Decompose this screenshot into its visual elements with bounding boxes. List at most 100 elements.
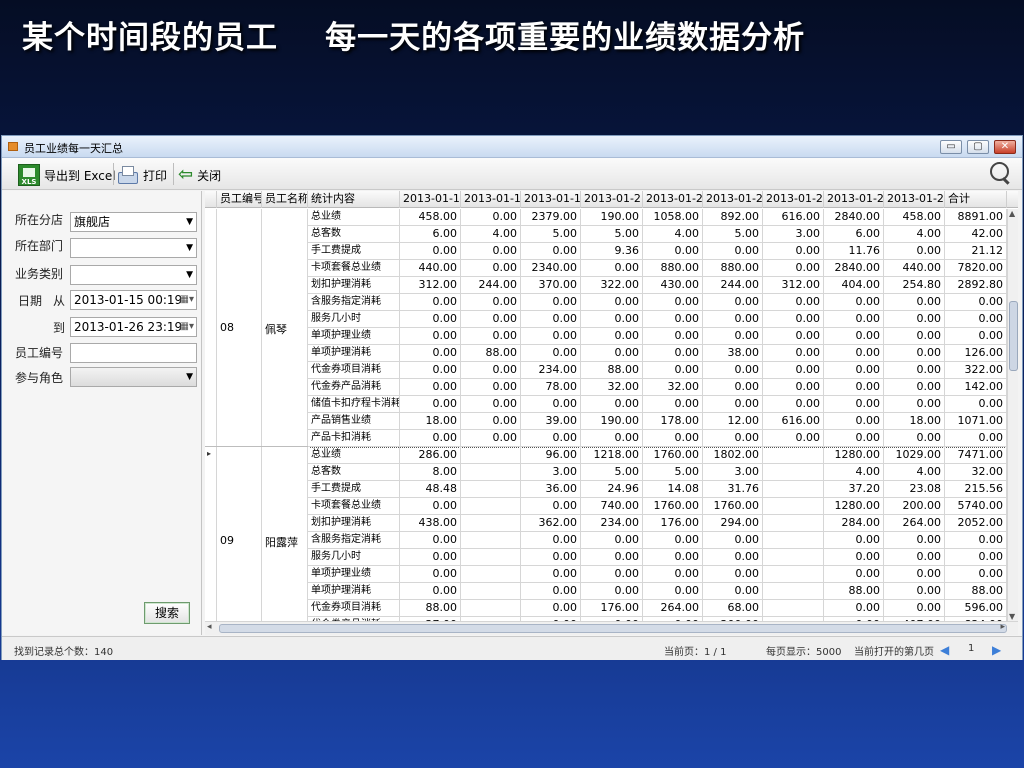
column-header[interactable]: 员工编号 (217, 191, 262, 208)
employee-group[interactable]: ▸ 09 阳露萍 (205, 447, 310, 621)
column-header[interactable]: 2013-01-18 (521, 191, 581, 208)
next-page-icon[interactable]: ▶ (992, 643, 1001, 657)
table-row[interactable]: 服务几小时 0.00 0.00 0.00 0.00 0.00 0.00 0.00 0.00 (308, 549, 1007, 566)
table-cell: 0.00 (581, 532, 643, 549)
table-row[interactable]: 代金券项目消耗 0.00 0.00 234.00 88.00 0.00 0.00 0.00 0.… (308, 362, 1007, 379)
table-row[interactable]: 卡项套餐总业绩 440.00 0.00 2340.00 0.00 880.00 880.00… (308, 260, 1007, 277)
table-cell: 0.00 (521, 345, 581, 362)
table-row[interactable]: 划扣护理消耗 312.00 244.00 370.00 322.00 430.00 244.… (308, 277, 1007, 294)
table-row[interactable]: 总业绩 286.00 96.00 1218.00 1760.00 1802.00 1280.… (308, 447, 1007, 464)
table-cell: 0.00 (763, 243, 824, 260)
role-select[interactable]: ▼ (70, 367, 197, 387)
table-row[interactable]: 产品销售业绩 18.00 0.00 39.00 190.00 178.00 12.00 616… (308, 413, 1007, 430)
column-header[interactable]: 2013-01-21 (581, 191, 643, 208)
table-cell: 0.00 (824, 600, 884, 617)
table-row[interactable]: 含服务指定消耗 0.00 0.00 0.00 0.00 0.00 0.00 0.00 0.00 (308, 532, 1007, 549)
table-cell: 5.00 (581, 464, 643, 481)
prev-page-icon[interactable]: ◀ (940, 643, 949, 657)
metric-label: 总客数 (308, 226, 400, 243)
close-button[interactable]: ⇦ 关闭 (178, 163, 221, 187)
branch-value: 旗舰店 (74, 215, 111, 229)
page-number[interactable]: 1 (968, 643, 974, 654)
table-cell: 0.00 (945, 532, 1007, 549)
scroll-thumb[interactable] (219, 624, 1007, 633)
table-cell: 0.00 (945, 396, 1007, 413)
row-indicator-header (205, 191, 217, 208)
table-row[interactable]: 代金券产品消耗 0.00 0.00 78.00 32.00 32.00 0.00 0.00 0.… (308, 379, 1007, 396)
column-header[interactable]: 2013-01-23 (703, 191, 763, 208)
table-cell: 5.00 (643, 464, 703, 481)
export-excel-button[interactable]: XLS 导出到 Excel (18, 163, 116, 187)
branch-select[interactable]: 旗舰店 ▼ (70, 212, 197, 232)
scroll-left-icon[interactable]: ◂ (207, 622, 212, 632)
table-cell: 200.00 (884, 498, 945, 515)
table-cell: 178.00 (643, 413, 703, 430)
column-header[interactable]: 2013-01-25 (824, 191, 884, 208)
vertical-scrollbar[interactable]: ▲ ▼ (1007, 209, 1018, 621)
table-cell: 0.00 (400, 566, 461, 583)
table-row[interactable]: 卡项套餐总业绩 0.00 0.00 740.00 1760.00 1760.00 1280.… (308, 498, 1007, 515)
column-header[interactable]: 统计内容 (308, 191, 400, 208)
table-cell: 0.00 (703, 243, 763, 260)
date-from-picker[interactable]: 2013-01-15 00:19 ▦▾ (70, 290, 197, 310)
column-header[interactable]: 2013-01-24 (763, 191, 824, 208)
column-header[interactable]: 员工名称 (262, 191, 308, 208)
date-from-value: 2013-01-15 00:19 (74, 293, 183, 307)
horizontal-scrollbar[interactable]: ◂ ▸ (205, 621, 1018, 635)
table-row[interactable]: 产品卡扣消耗 0.00 0.00 0.00 0.00 0.00 0.00 0.00 0.00 0.… (308, 430, 1007, 447)
business-type-select[interactable]: ▼ (70, 265, 197, 285)
date-to-picker[interactable]: 2013-01-26 23:19 ▦▾ (70, 317, 197, 337)
department-select[interactable]: ▼ (70, 238, 197, 258)
scroll-thumb[interactable] (1009, 301, 1018, 371)
maximize-button[interactable]: ▢ (967, 140, 989, 154)
metric-label: 含服务指定消耗 (308, 532, 400, 549)
table-cell: 0.00 (945, 566, 1007, 583)
table-row[interactable]: 代金券项目消耗 88.00 0.00 176.00 264.00 68.00 0.00 0.0… (308, 600, 1007, 617)
table-row[interactable]: 含服务指定消耗 0.00 0.00 0.00 0.00 0.00 0.00 0.00 0.00 0… (308, 294, 1007, 311)
column-header[interactable]: 2013-01-17 (461, 191, 521, 208)
table-cell: 2892.80 (945, 277, 1007, 294)
minimize-button[interactable]: ▭ (940, 140, 962, 154)
scroll-right-icon[interactable]: ▸ (1000, 622, 1005, 632)
table-cell: 254.80 (884, 277, 945, 294)
close-label: 关闭 (197, 168, 222, 183)
table-cell: 1029.00 (884, 447, 945, 464)
table-cell: 48.48 (400, 481, 461, 498)
table-row[interactable]: 单项护理消耗 0.00 0.00 0.00 0.00 0.00 88.00 0.00 88.00 (308, 583, 1007, 600)
column-header[interactable]: 2013-01-26 (884, 191, 945, 208)
table-row[interactable]: 单项护理消耗 0.00 88.00 0.00 0.00 0.00 38.00 0.00 0.00… (308, 345, 1007, 362)
table-cell: 0.00 (703, 294, 763, 311)
table-row[interactable]: 总业绩 458.00 0.00 2379.00 190.00 1058.00 892.00 6… (308, 209, 1007, 226)
table-cell: 0.00 (703, 328, 763, 345)
table-row[interactable]: 总客数 8.00 3.00 5.00 5.00 3.00 4.00 4.00 32.00 (308, 464, 1007, 481)
table-row[interactable]: 单项护理业绩 0.00 0.00 0.00 0.00 0.00 0.00 0.00 0.00 (308, 566, 1007, 583)
table-cell (763, 498, 824, 515)
table-cell: 0.00 (824, 328, 884, 345)
search-button[interactable]: 搜索 (144, 602, 190, 624)
scroll-down-icon[interactable]: ▼ (1009, 612, 1015, 621)
toolbar-divider (173, 163, 174, 185)
table-cell: 14.08 (643, 481, 703, 498)
column-header[interactable]: 2013-01-22 (643, 191, 703, 208)
search-icon[interactable] (988, 161, 1014, 187)
table-row[interactable]: 单项护理业绩 0.00 0.00 0.00 0.00 0.00 0.00 0.00 0.00 0.… (308, 328, 1007, 345)
employee-no-field[interactable] (70, 343, 197, 363)
table-row[interactable]: 手工费提成 48.48 36.00 24.96 14.08 31.76 37.20 23.08… (308, 481, 1007, 498)
chevron-down-icon: ▼ (186, 372, 193, 382)
print-button[interactable]: 打印 (117, 163, 167, 187)
column-header[interactable]: 合计 (945, 191, 1007, 208)
table-row[interactable]: 储值卡扣疗程卡消耗 0.00 0.00 0.00 0.00 0.00 0.00 0.00 0.0… (308, 396, 1007, 413)
table-row[interactable]: 手工费提成 0.00 0.00 0.00 9.36 0.00 0.00 0.00 11.76 0.… (308, 243, 1007, 260)
table-cell: 0.00 (521, 583, 581, 600)
table-row[interactable]: 总客数 6.00 4.00 5.00 5.00 4.00 5.00 3.00 6.00 4.00 4… (308, 226, 1007, 243)
table-cell: 0.00 (461, 209, 521, 226)
column-header[interactable]: 2013-01-16 (400, 191, 461, 208)
table-row[interactable]: 划扣护理消耗 438.00 362.00 234.00 176.00 294.00 284.… (308, 515, 1007, 532)
table-cell: 0.00 (400, 328, 461, 345)
table-cell: 312.00 (763, 277, 824, 294)
scroll-up-icon[interactable]: ▲ (1009, 209, 1015, 218)
table-row[interactable]: 服务几小时 0.00 0.00 0.00 0.00 0.00 0.00 0.00 0.00 0.0… (308, 311, 1007, 328)
employee-group[interactable]: 08 佩琴 (205, 209, 310, 447)
close-window-button[interactable]: ✕ (994, 140, 1016, 154)
table-cell: 0.00 (581, 549, 643, 566)
